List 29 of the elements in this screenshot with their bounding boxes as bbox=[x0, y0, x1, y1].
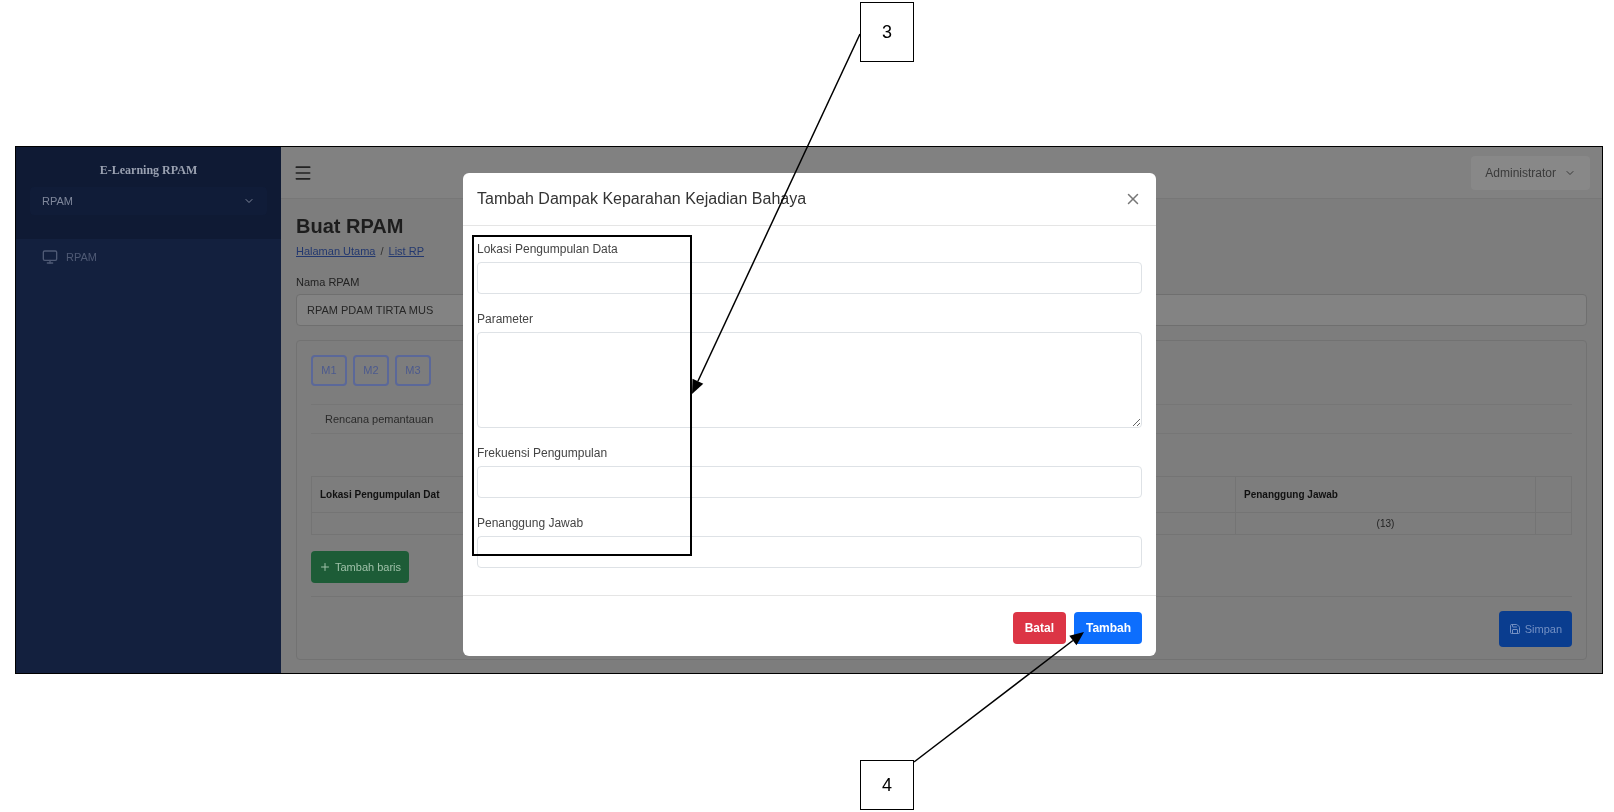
column-header: Lokasi Pengumpulan Dat bbox=[320, 489, 440, 500]
monitor-icon bbox=[42, 249, 58, 266]
table-cell-text: (13) bbox=[1376, 517, 1395, 531]
field-label: Parameter bbox=[477, 312, 535, 326]
section-text: Rencana pemantauan bbox=[325, 411, 434, 427]
field-label: Lokasi Pengumpulan Data bbox=[477, 242, 619, 256]
field-label: Frekuensi Pengumpulan bbox=[477, 446, 609, 460]
module-dropdown[interactable]: RPAM bbox=[30, 187, 267, 215]
breadcrumb-link[interactable]: Halaman Utama bbox=[296, 243, 376, 260]
breadcrumb-separator: / bbox=[380, 244, 384, 259]
input-field[interactable] bbox=[477, 262, 1142, 294]
field-label: Penanggung Jawab bbox=[477, 516, 585, 530]
callout-box: 4 bbox=[860, 760, 914, 810]
add-row-button[interactable]: Tambah baris bbox=[311, 551, 410, 583]
field-label: Nama RPAM bbox=[296, 274, 360, 290]
input-field[interactable] bbox=[477, 536, 1142, 568]
user-menu[interactable]: Administrator bbox=[1471, 155, 1590, 190]
input-field[interactable] bbox=[477, 466, 1142, 498]
cancel-button[interactable]: Batal bbox=[1012, 612, 1066, 644]
save-icon bbox=[1508, 623, 1521, 635]
column-header: Penanggung Jawab bbox=[1244, 488, 1338, 502]
breadcrumb-link[interactable]: List RP bbox=[388, 243, 424, 260]
sidebar-item[interactable]: RPAM bbox=[16, 239, 281, 276]
plus-icon bbox=[319, 561, 331, 573]
save-button[interactable]: Simpan bbox=[1498, 611, 1572, 647]
callout-box: 3 bbox=[860, 2, 914, 62]
brand-title: E-Learning RPAM bbox=[98, 162, 199, 179]
submit-button[interactable]: Tambah bbox=[1074, 612, 1142, 644]
page-title: Buat RPAM bbox=[296, 214, 405, 239]
